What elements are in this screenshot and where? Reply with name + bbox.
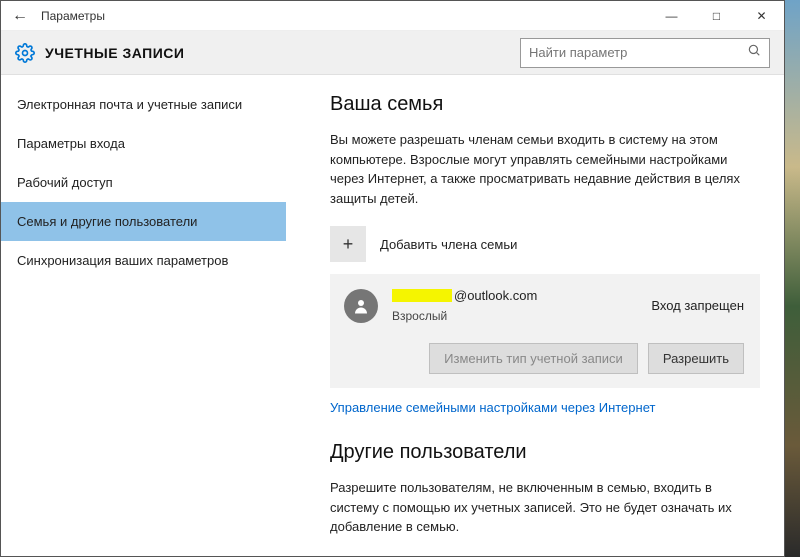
search-input[interactable]	[529, 45, 747, 60]
titlebar: ← Параметры ― □ ✕	[1, 1, 784, 31]
redacted-email-prefix	[392, 289, 452, 302]
member-status: Вход запрещен	[651, 298, 744, 313]
minimize-button[interactable]: ―	[649, 1, 694, 31]
family-description: Вы можете разрешать членам семьи входить…	[330, 130, 750, 208]
manage-family-online-link[interactable]: Управление семейными настройками через И…	[330, 400, 655, 415]
sidebar-item-email-accounts[interactable]: Электронная почта и учетные записи	[1, 85, 286, 124]
page-heading: УЧЕТНЫЕ ЗАПИСИ	[45, 45, 184, 61]
settings-window: ← Параметры ― □ ✕ УЧЕТНЫЕ ЗАПИСИ Электро…	[0, 0, 785, 557]
avatar-icon	[344, 289, 378, 323]
change-account-type-button[interactable]: Изменить тип учетной записи	[429, 343, 638, 374]
window-title: Параметры	[41, 9, 105, 23]
back-button[interactable]: ←	[9, 7, 31, 25]
family-heading: Ваша семья	[330, 93, 760, 116]
sidebar-item-work-access[interactable]: Рабочий доступ	[1, 163, 286, 202]
search-icon	[747, 43, 761, 62]
close-button[interactable]: ✕	[739, 1, 784, 31]
other-users-heading: Другие пользователи	[330, 441, 760, 464]
other-users-description: Разрешите пользователям, не включенным в…	[330, 478, 750, 537]
gear-icon	[15, 43, 35, 63]
plus-icon: +	[330, 226, 366, 262]
header: УЧЕТНЫЕ ЗАПИСИ	[1, 31, 784, 75]
member-role: Взрослый	[392, 309, 637, 323]
sidebar: Электронная почта и учетные записи Парам…	[1, 75, 286, 556]
add-family-member-label: Добавить члена семьи	[380, 237, 517, 252]
content-pane[interactable]: Ваша семья Вы можете разрешать членам се…	[286, 75, 784, 556]
sidebar-item-family-other-users[interactable]: Семья и другие пользователи	[1, 202, 286, 241]
allow-button[interactable]: Разрешить	[648, 343, 744, 374]
search-box[interactable]	[520, 38, 770, 68]
add-family-member-row[interactable]: + Добавить члена семьи	[330, 226, 760, 262]
maximize-button[interactable]: □	[694, 1, 739, 31]
member-email: @outlook.com	[392, 288, 637, 303]
family-member-card[interactable]: @outlook.com Взрослый Вход запрещен Изме…	[330, 274, 760, 388]
sidebar-item-sync-settings[interactable]: Синхронизация ваших параметров	[1, 241, 286, 280]
sidebar-item-signin-options[interactable]: Параметры входа	[1, 124, 286, 163]
